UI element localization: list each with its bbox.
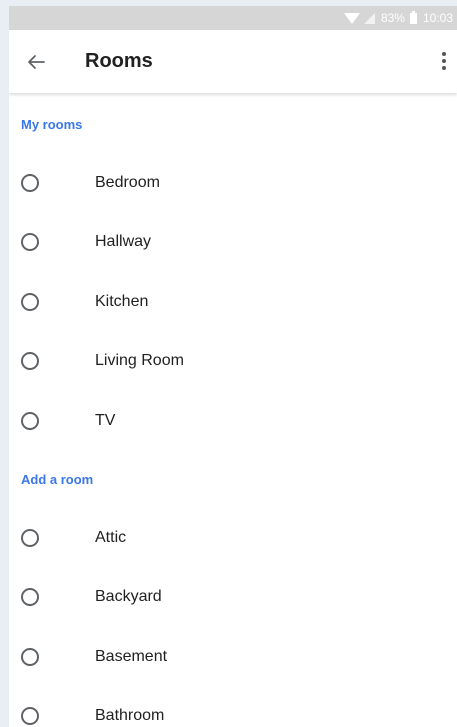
signal-icon: [363, 12, 375, 24]
room-row-kitchen[interactable]: Kitchen: [9, 272, 457, 332]
room-label: Attic: [95, 528, 127, 546]
radio-unchecked-icon[interactable]: [21, 411, 39, 430]
my-rooms-list: Bedroom Hallway Kitchen Living Room TV: [9, 153, 457, 451]
page-title: Rooms: [85, 50, 153, 72]
arrow-left-icon: [28, 54, 45, 69]
room-label: Backyard: [95, 588, 162, 606]
more-vert-icon: [442, 52, 446, 56]
status-time: 10:03: [422, 11, 453, 25]
section-header-add-a-room: Add a room: [21, 472, 94, 487]
radio-unchecked-icon[interactable]: [21, 647, 39, 666]
room-label: Bedroom: [95, 173, 160, 191]
radio-unchecked-icon[interactable]: [21, 707, 39, 726]
app-bar: Rooms: [9, 30, 457, 93]
room-row-backyard[interactable]: Backyard: [9, 568, 457, 628]
add-room-list: Attic Backyard Basement Bathroom: [9, 508, 457, 727]
radio-unchecked-icon[interactable]: [21, 588, 39, 607]
room-row-basement[interactable]: Basement: [9, 627, 457, 687]
room-row-bathroom[interactable]: Bathroom: [9, 687, 457, 727]
room-label: Basement: [95, 647, 168, 665]
room-label: Hallway: [95, 233, 152, 251]
radio-unchecked-icon[interactable]: [21, 173, 39, 192]
room-row-bedroom[interactable]: Bedroom: [9, 153, 457, 213]
radio-unchecked-icon[interactable]: [21, 292, 39, 311]
room-label: Living Room: [95, 352, 184, 370]
room-label: TV: [95, 411, 116, 429]
more-options-button[interactable]: [439, 50, 449, 72]
phone-screen: 83% 10:03 Rooms My rooms Bedroom Hallway…: [9, 6, 457, 727]
room-row-attic[interactable]: Attic: [9, 508, 457, 568]
radio-unchecked-icon[interactable]: [21, 233, 39, 252]
room-label: Bathroom: [95, 707, 165, 725]
radio-unchecked-icon[interactable]: [21, 528, 39, 547]
back-button[interactable]: [25, 51, 47, 73]
battery-percent: 83%: [380, 11, 405, 25]
battery-icon: [409, 10, 417, 24]
status-bar: 83% 10:03: [9, 6, 457, 30]
room-label: Kitchen: [95, 292, 149, 310]
section-header-my-rooms: My rooms: [21, 117, 83, 132]
radio-unchecked-icon[interactable]: [21, 352, 39, 371]
wifi-icon: [343, 12, 360, 24]
room-row-tv[interactable]: TV: [9, 391, 457, 451]
room-row-living-room[interactable]: Living Room: [9, 332, 457, 392]
more-vert-icon-dot: [442, 66, 446, 70]
more-vert-icon-dot: [442, 59, 446, 63]
room-row-hallway[interactable]: Hallway: [9, 213, 457, 273]
